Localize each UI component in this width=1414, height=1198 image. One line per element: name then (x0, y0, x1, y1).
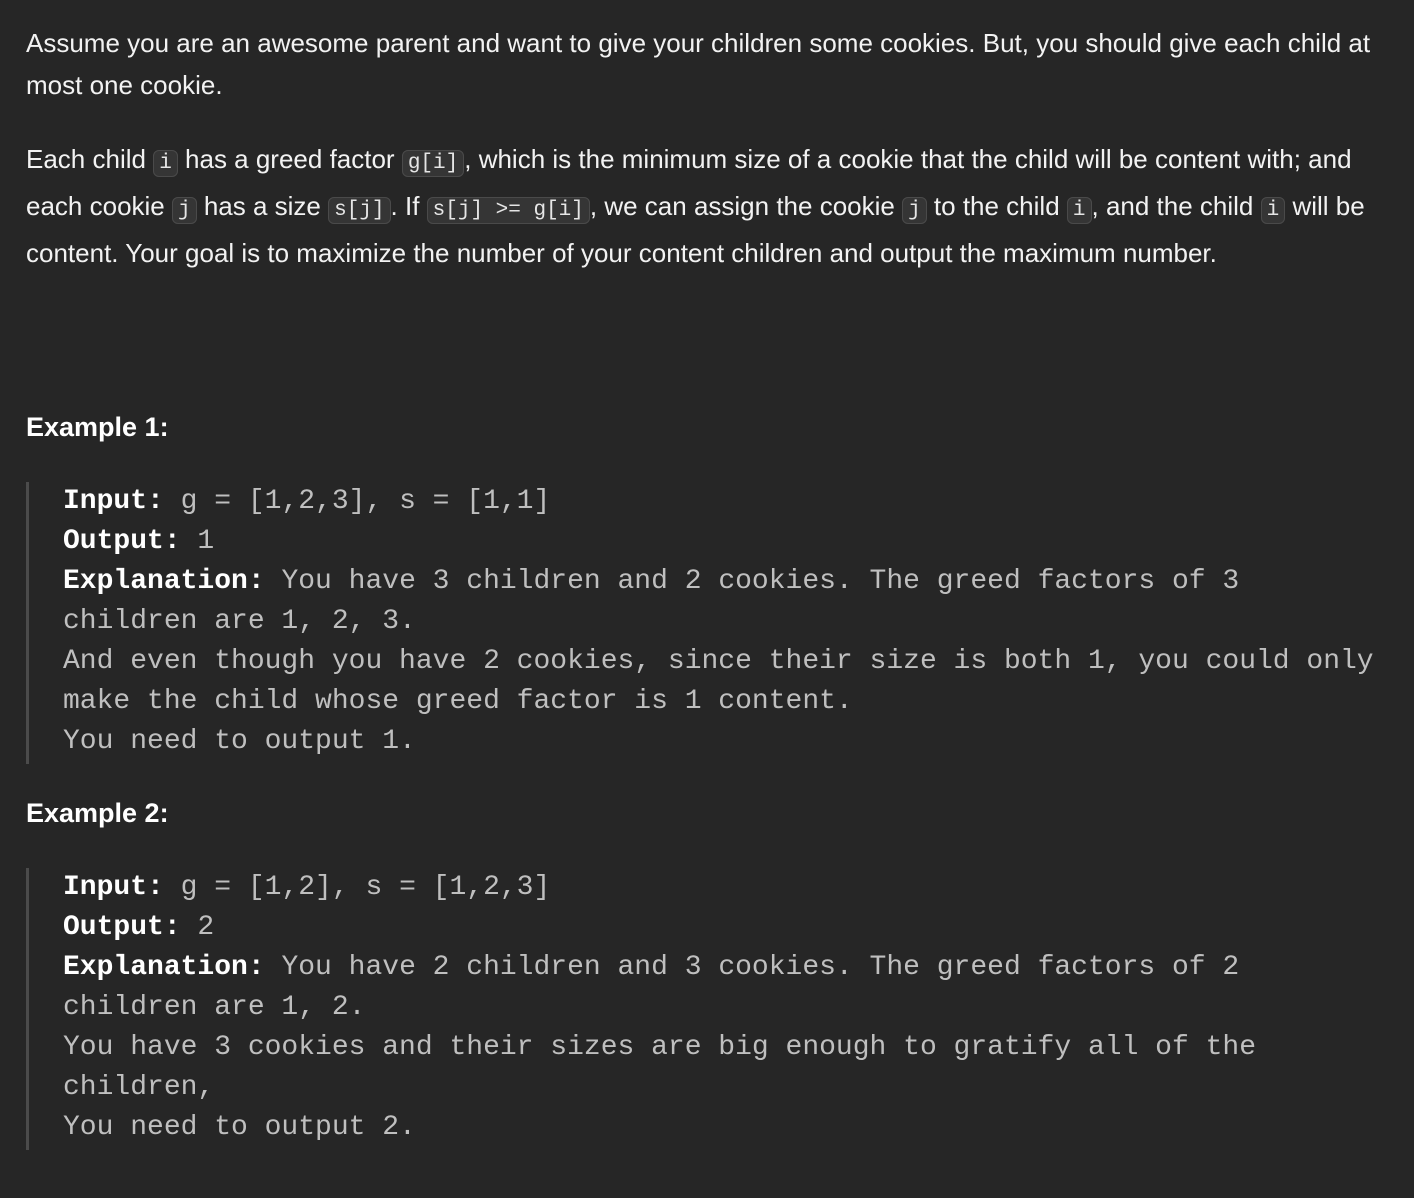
p2-text-5: . If (390, 191, 427, 221)
example-1-title: Example 1: (26, 412, 169, 442)
input-label: Input: (63, 486, 164, 517)
explanation-label: Explanation: (63, 952, 265, 983)
p2-text-2: has a greed factor (177, 144, 402, 174)
example-2-line-3: You need to output 2. (63, 1112, 416, 1143)
example-1-explanation: Explanation: You have 3 children and 2 c… (63, 562, 1388, 642)
inline-code-i-3: i (1260, 197, 1286, 224)
explanation-label: Explanation: (63, 566, 265, 597)
inline-code-j-2: j (902, 197, 927, 224)
p2-text-1: Each child (26, 144, 154, 174)
example-2-explanation: Explanation: You have 2 children and 3 c… (63, 948, 1388, 1028)
inline-code-i: i (153, 150, 178, 177)
output-value: 2 (180, 912, 215, 943)
inline-code-i-2: i (1066, 197, 1092, 224)
example-2-line-2: You have 3 cookies and their sizes are b… (63, 1032, 1273, 1103)
example-2-input: Input: g = [1,2], s = [1,2,3] (63, 868, 1388, 908)
inline-code-condition: s[j] >= g[i] (426, 197, 590, 224)
example-1-block: Input: g = [1,2,3], s = [1,1] Output: 1 … (26, 482, 1388, 764)
example-2-output: Output: 2 (63, 908, 1388, 948)
inline-code-g-i: g[i] (401, 150, 465, 177)
p2-text-4: has a size (196, 191, 329, 221)
inline-code-j: j (171, 197, 197, 224)
example-2-title: Example 2: (26, 798, 169, 828)
input-value: g = [1,2], s = [1,2,3] (163, 872, 551, 903)
intro-paragraph-1: Assume you are an awesome parent and wan… (26, 28, 1371, 100)
p2-text-6: , we can assign the cookie (589, 191, 903, 221)
example-1-line-3: You need to output 1. (63, 726, 416, 757)
output-label: Output: (63, 526, 181, 557)
example-2-block: Input: g = [1,2], s = [1,2,3] Output: 2 … (26, 868, 1388, 1150)
intro-paragraph-2: Each child i has a greed factor g[i], wh… (26, 138, 1388, 274)
input-label: Input: (63, 872, 164, 903)
output-label: Output: (63, 912, 181, 943)
p2-text-8: , and the child (1091, 191, 1261, 221)
example-1-line-2: And even though you have 2 cookies, sinc… (63, 646, 1391, 717)
output-value: 1 (180, 526, 215, 557)
example-1-input: Input: g = [1,2,3], s = [1,1] (63, 482, 1388, 522)
inline-code-s-j: s[j] (328, 197, 391, 224)
example-1-output: Output: 1 (63, 522, 1388, 562)
p2-text-7: to the child (926, 191, 1067, 221)
input-value: g = [1,2,3], s = [1,1] (163, 486, 551, 517)
problem-description: Assume you are an awesome parent and wan… (0, 0, 1414, 1198)
